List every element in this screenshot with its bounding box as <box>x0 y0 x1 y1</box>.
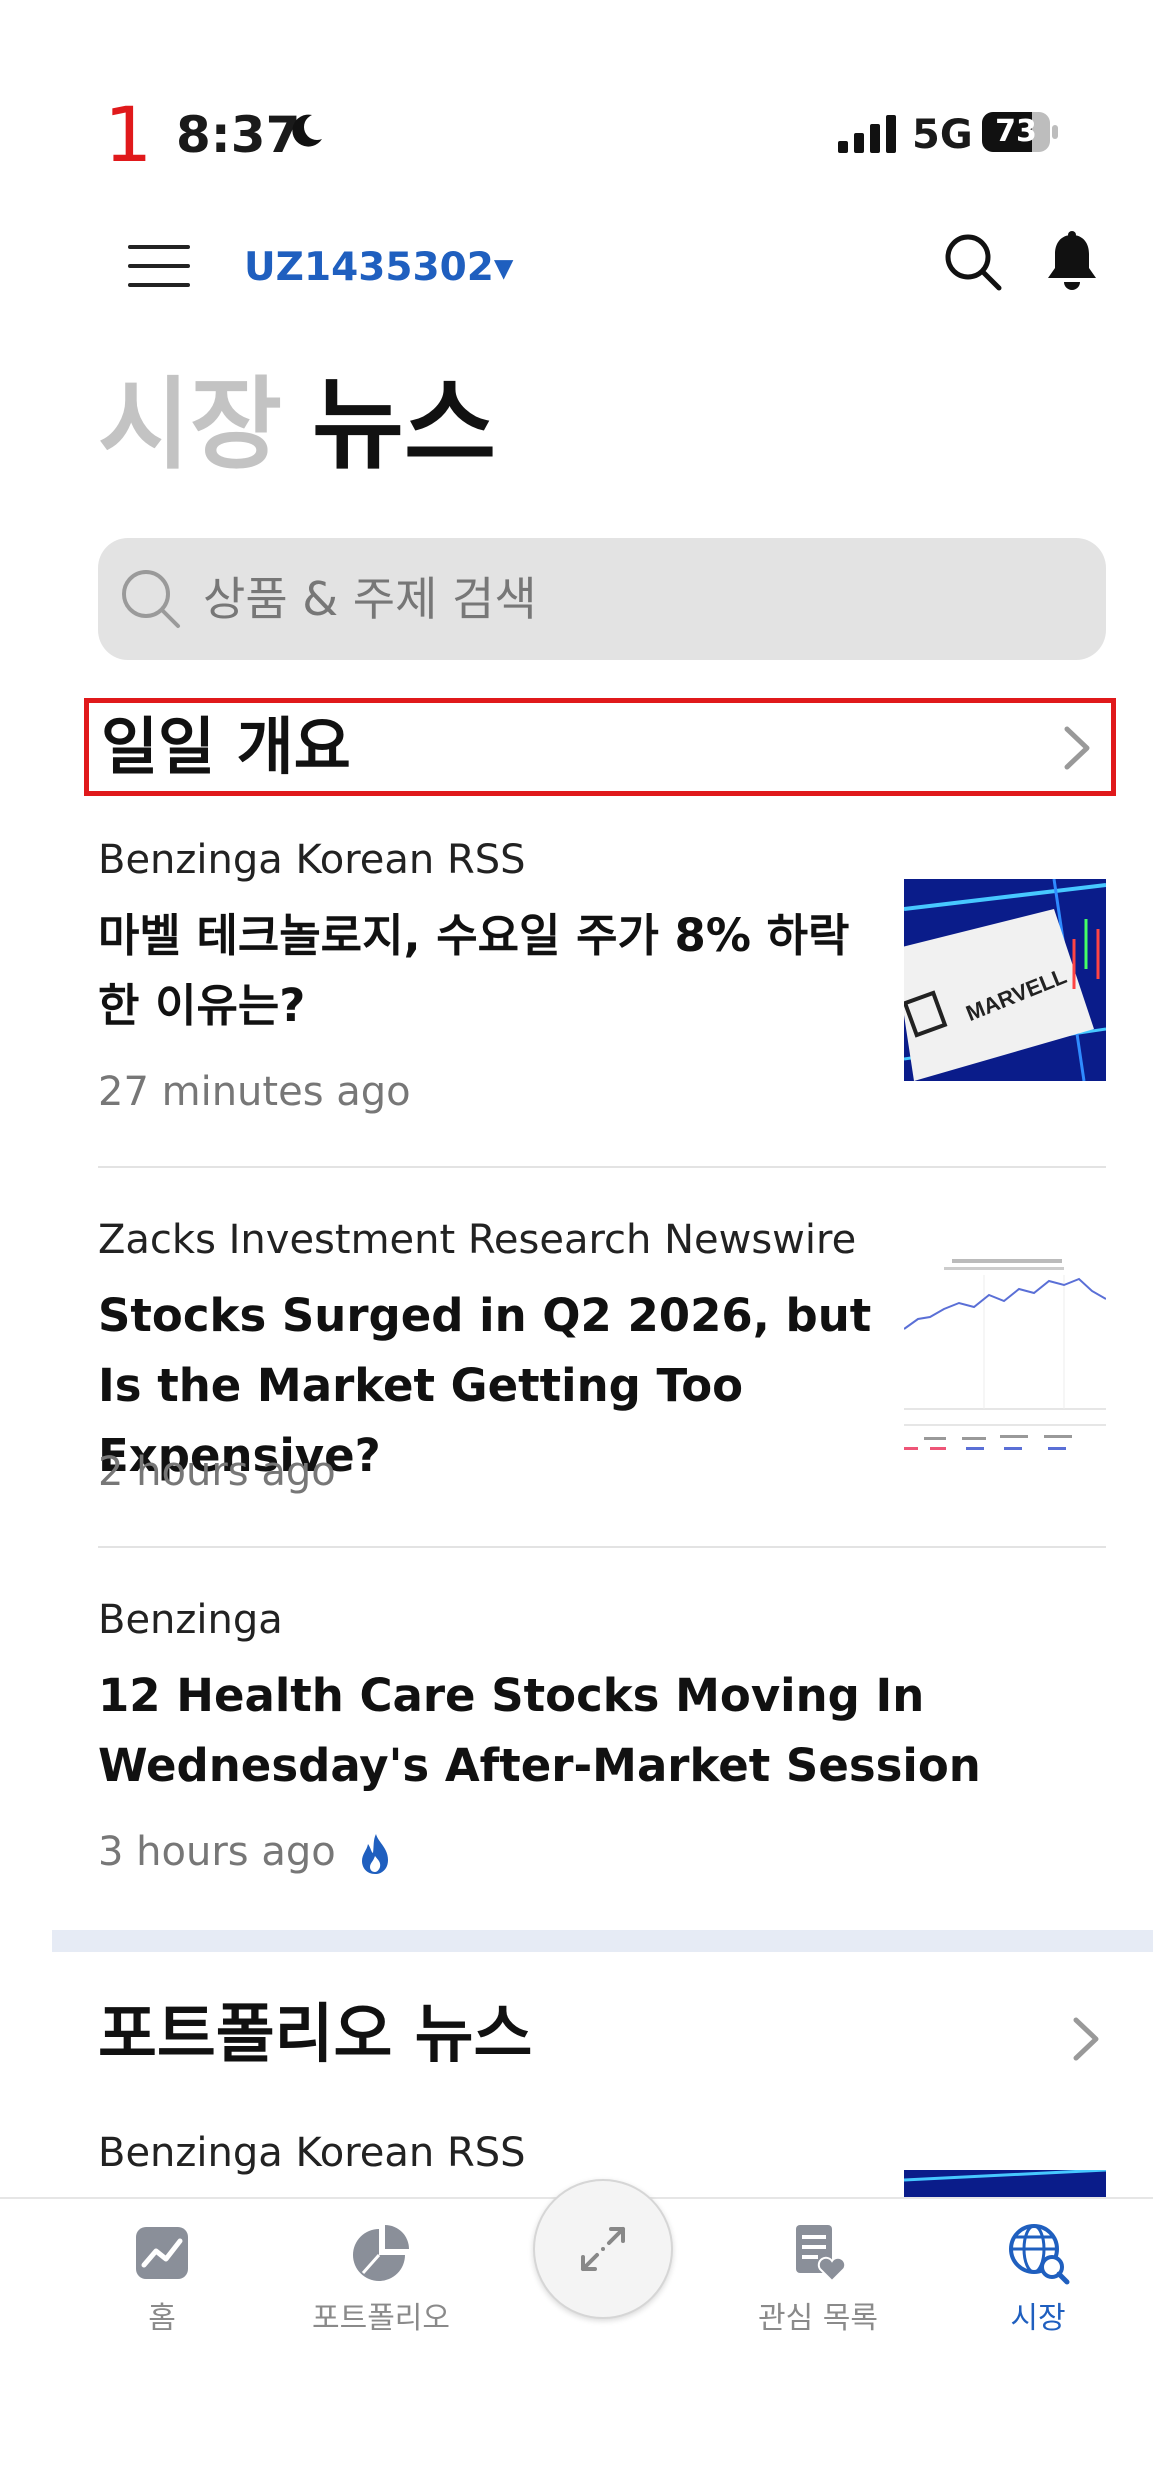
step-marker: 1 <box>104 90 153 179</box>
news-item[interactable]: Zacks Investment Research Newswire Stock… <box>98 1215 1106 1505</box>
top-header: UZ1435302▾ <box>0 225 1153 305</box>
home-chart-icon <box>136 2227 188 2279</box>
news-source: Benzinga Korean RSS <box>98 837 526 883</box>
section-separator <box>52 1930 1153 1952</box>
tab-portfolio[interactable]: 포트폴리오 <box>281 2213 481 2339</box>
news-thumbnail[interactable]: MARVELL <box>904 879 1106 1081</box>
menu-icon[interactable] <box>128 243 194 289</box>
tab-label: 시장 <box>1010 2301 1066 2336</box>
expand-button[interactable] <box>533 2179 673 2319</box>
news-headline[interactable]: 12 Health Care Stocks Moving In Wednesda… <box>98 1661 1106 1801</box>
clock: 8:37 <box>176 106 301 164</box>
news-item[interactable]: Benzinga 12 Health Care Stocks Moving In… <box>98 1595 1106 1895</box>
bell-icon[interactable] <box>1044 231 1100 293</box>
news-thumbnail[interactable] <box>904 2170 1106 2200</box>
globe-search-icon <box>1009 2224 1070 2285</box>
search-input[interactable]: 상품 & 주제 검색 <box>98 538 1106 660</box>
chevron-right-icon <box>1064 726 1090 770</box>
divider <box>98 1166 1106 1168</box>
news-source: Benzinga Korean RSS <box>98 2130 526 2176</box>
news-time: 3 hours ago <box>98 1829 336 1875</box>
tab-home[interactable]: 홈 <box>62 2213 262 2339</box>
tab-label: 관심 목록 <box>758 2301 878 2336</box>
marvell-thumbnail-image: MARVELL <box>904 879 1106 1081</box>
page-title: 시장 뉴스 <box>98 365 496 485</box>
tab-watchlist[interactable]: 관심 목록 <box>718 2213 918 2339</box>
market-news-screen: 1 8:37 5G 73 UZ1435302▾ 시장 뉴스 상품 & 주제 검색… <box>0 0 1153 2489</box>
news-item[interactable]: Benzinga Korean RSS 마벨 테크놀로지, 수요일 주가 8% … <box>98 835 1106 1125</box>
status-bar: 1 8:37 5G 73 <box>0 95 1153 175</box>
tab-news[interactable]: 뉴스 <box>312 366 496 483</box>
chevron-right-icon[interactable] <box>1066 2014 1106 2064</box>
signal-icon <box>838 115 896 153</box>
search-icon[interactable] <box>942 231 1004 293</box>
section-title: 일일 개요 <box>101 710 351 783</box>
battery-percent: 73 <box>995 114 1037 149</box>
bottom-tab-bar: 홈 포트폴리오 관심 목록 시장 <box>0 2179 1153 2489</box>
fire-icon <box>361 1834 388 1874</box>
market-chart-thumbnail-image <box>904 1259 1106 1461</box>
news-time-row: 3 hours ago <box>98 1827 392 1877</box>
news-source: Zacks Investment Research Newswire <box>98 1217 857 1263</box>
news-headline[interactable]: 마벨 테크놀로지, 수요일 주가 8% 하락한 이유는? <box>98 901 878 1041</box>
news-time: 2 hours ago <box>98 1449 336 1495</box>
tab-label: 홈 <box>148 2301 176 2336</box>
search-placeholder: 상품 & 주제 검색 <box>203 572 537 626</box>
portfolio-news-title[interactable]: 포트폴리오 뉴스 <box>98 1990 532 2080</box>
expand-arrows-icon <box>581 2227 625 2271</box>
tab-label: 포트폴리오 <box>312 2301 450 2336</box>
watchlist-icon <box>796 2225 847 2283</box>
tab-market[interactable]: 시장 <box>98 366 282 483</box>
thumbnail-image <box>904 2170 1106 2200</box>
tab-market[interactable]: 시장 <box>938 2213 1138 2339</box>
network-type: 5G <box>912 112 973 158</box>
news-source: Benzinga <box>98 1597 283 1643</box>
news-thumbnail[interactable] <box>904 1259 1106 1461</box>
account-selector[interactable]: UZ1435302▾ <box>244 243 513 293</box>
daily-overview-header[interactable]: 일일 개요 <box>84 698 1116 796</box>
divider <box>98 1546 1106 1548</box>
search-icon <box>122 570 180 628</box>
news-time: 27 minutes ago <box>98 1069 411 1115</box>
battery-icon: 73 <box>982 112 1058 152</box>
pie-chart-icon <box>353 2225 409 2281</box>
moon-icon <box>292 114 322 147</box>
